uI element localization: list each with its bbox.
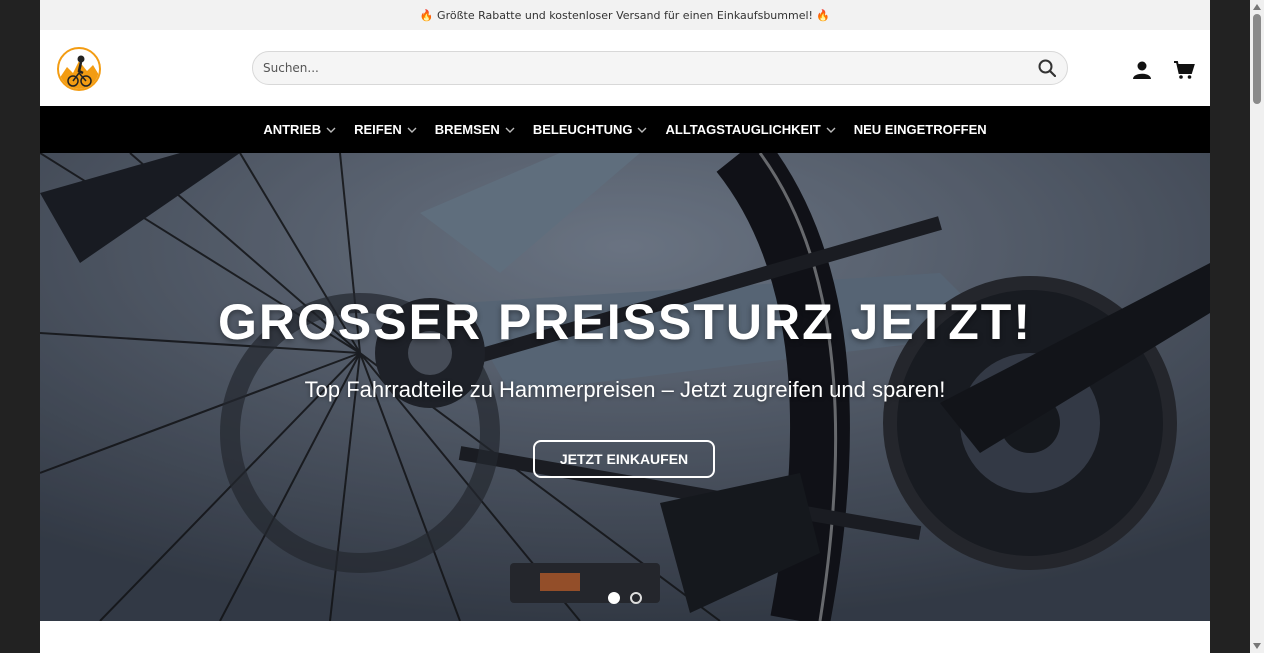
user-icon[interactable] bbox=[1130, 58, 1154, 82]
cyclist-logo-icon[interactable] bbox=[57, 47, 101, 91]
hero-subtitle: Top Fahrradteile zu Hammerpreisen – Jetz… bbox=[304, 377, 946, 402]
chevron-down-icon bbox=[826, 127, 836, 133]
cart-icon[interactable] bbox=[1172, 58, 1196, 82]
nav-item-label: BREMSEN bbox=[434, 122, 500, 137]
chevron-down-icon bbox=[407, 127, 417, 133]
nav-item-label: ANTRIEB bbox=[263, 122, 322, 137]
nav-item-alltagstauglichkeit[interactable]: ALLTAGSTAUGLICHKEIT bbox=[656, 122, 844, 137]
shop-now-button[interactable]: JETZT EINKAUFEN bbox=[533, 440, 715, 478]
chevron-down-icon bbox=[505, 127, 515, 133]
search-bar bbox=[252, 51, 1068, 85]
main-nav: ANTRIEB REIFEN BREMSEN BELEUCHTUNG ALLTAGSTA… bbox=[40, 106, 1210, 153]
search-input[interactable] bbox=[263, 61, 1037, 75]
nav-item-label: BELEUCHTUNG bbox=[532, 122, 633, 137]
nav-item-reifen[interactable]: REIFEN bbox=[345, 122, 426, 137]
search-icon[interactable] bbox=[1037, 58, 1057, 78]
scrollbar-thumb[interactable] bbox=[1253, 14, 1261, 104]
nav-item-beleuchtung[interactable]: BELEUCHTUNG bbox=[524, 122, 657, 137]
nav-item-label: ALLTAGSTAUGLICHKEIT bbox=[665, 122, 821, 137]
scroll-up-arrow-icon[interactable] bbox=[1253, 3, 1261, 11]
nav-item-label: NEU EINGETROFFEN bbox=[853, 122, 987, 137]
hero-title: GROSSER PREISSTURZ JETZT! bbox=[218, 294, 1032, 350]
nav-item-bremsen[interactable]: BREMSEN bbox=[426, 122, 524, 137]
nav-item-antrieb[interactable]: ANTRIEB bbox=[254, 122, 345, 137]
promo-text: 🔥 Größte Rabatte und kostenloser Versand… bbox=[419, 8, 831, 22]
nav-item-label: REIFEN bbox=[354, 122, 402, 137]
scroll-down-arrow-icon[interactable] bbox=[1253, 642, 1261, 650]
site-header bbox=[40, 30, 1210, 106]
page: 🔥 Größte Rabatte und kostenloser Versand… bbox=[40, 0, 1210, 653]
promo-bar: 🔥 Größte Rabatte und kostenloser Versand… bbox=[40, 0, 1210, 30]
slider-dot-2[interactable] bbox=[630, 592, 642, 604]
slider-dots bbox=[40, 592, 1210, 604]
chevron-down-icon bbox=[637, 127, 647, 133]
chevron-down-icon bbox=[326, 127, 336, 133]
scrollbar[interactable] bbox=[1250, 0, 1264, 653]
slider-dot-1[interactable] bbox=[608, 592, 620, 604]
hero-slider: GROSSER PREISSTURZ JETZT! Top Fahrradtei… bbox=[40, 153, 1210, 621]
nav-item-neu-eingetroffen[interactable]: NEU EINGETROFFEN bbox=[845, 122, 996, 137]
